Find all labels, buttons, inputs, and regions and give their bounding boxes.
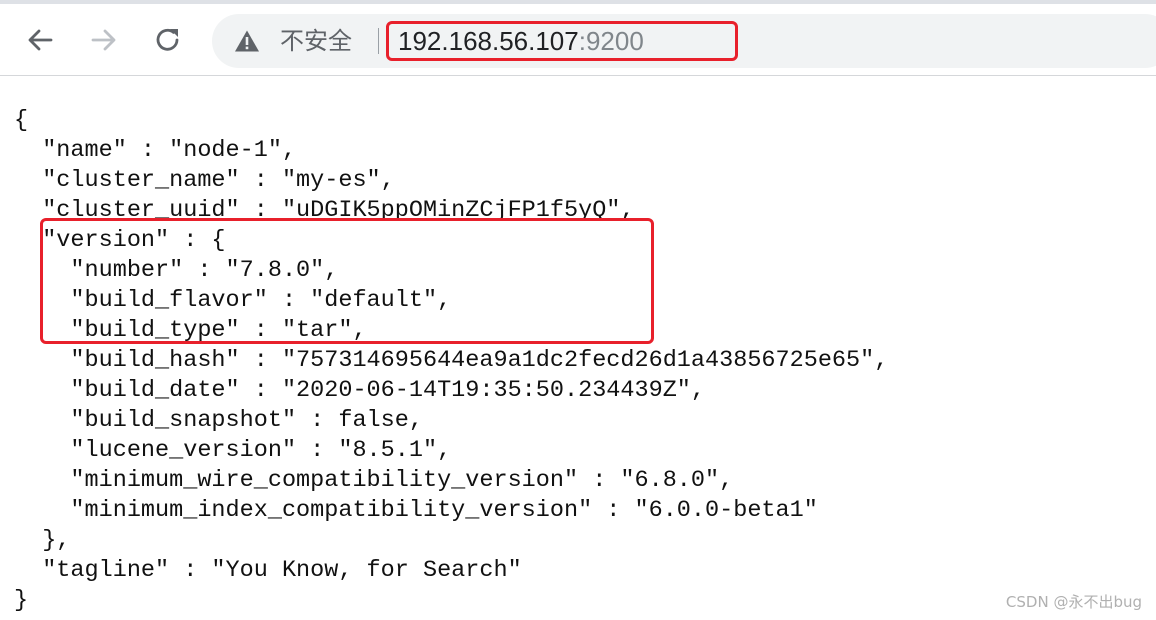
json-line: "cluster_uuid" : "uDGIK5ppOMinZCjFP1f5yQ… <box>14 197 635 224</box>
back-button[interactable] <box>24 24 56 56</box>
reload-button[interactable] <box>152 24 184 56</box>
json-line: "name" : "node-1", <box>14 137 297 164</box>
json-line: "tagline" : "You Know, for Search" <box>14 557 522 584</box>
json-line: } <box>14 587 29 614</box>
url-port: :9200 <box>578 26 644 56</box>
security-status-label[interactable]: 不安全 <box>280 26 352 56</box>
url-text[interactable]: 192.168.56.107:9200 <box>398 26 644 56</box>
json-line: "build_flavor" : "default", <box>14 287 452 314</box>
url-host: 192.168.56.107 <box>398 26 579 56</box>
json-response-body: { "name" : "node-1", "cluster_name" : "m… <box>14 106 888 616</box>
json-line: }, <box>14 527 71 554</box>
address-bar[interactable]: 不安全 192.168.56.107:9200 <box>212 14 1156 68</box>
warning-triangle-icon[interactable] <box>234 29 260 53</box>
json-line: "build_type" : "tar", <box>14 317 367 344</box>
json-line: "build_hash" : "757314695644ea9a1dc2fecd… <box>14 347 889 374</box>
json-line: "lucene_version" : "8.5.1", <box>14 437 452 464</box>
json-line: "build_snapshot" : false, <box>14 407 423 434</box>
json-line: "build_date" : "2020-06-14T19:35:50.2344… <box>14 377 706 404</box>
json-line: "minimum_wire_compatibility_version" : "… <box>14 467 734 494</box>
browser-toolbar: 不安全 192.168.56.107:9200 <box>0 4 1156 76</box>
json-line: "version" : { <box>14 227 226 254</box>
forward-button[interactable] <box>88 24 120 56</box>
reload-icon <box>156 28 179 51</box>
json-line: "minimum_index_compatibility_version" : … <box>14 497 818 524</box>
json-line: "number" : "7.8.0", <box>14 257 339 284</box>
arrow-right-icon <box>91 29 116 51</box>
watermark: CSDN @永不出bug <box>1005 593 1142 611</box>
json-line: { <box>14 107 29 134</box>
omnibox-divider <box>378 28 379 54</box>
json-line: "cluster_name" : "my-es", <box>14 167 395 194</box>
arrow-left-icon <box>28 29 53 51</box>
